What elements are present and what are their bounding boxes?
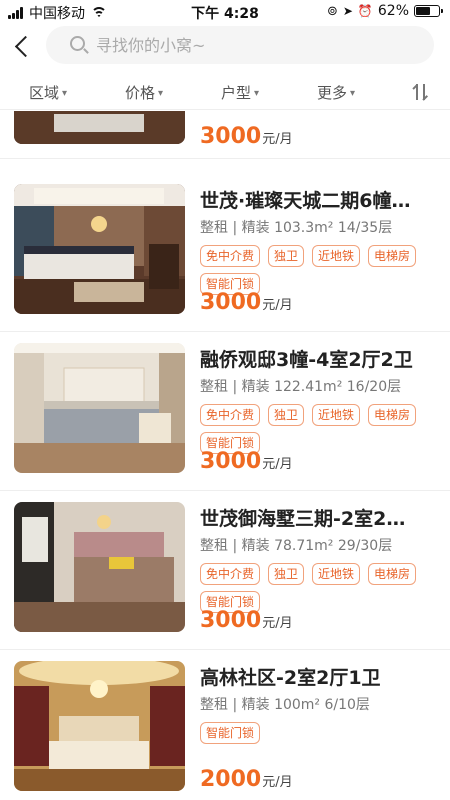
listing-photo [14, 111, 185, 144]
back-icon[interactable] [10, 32, 36, 62]
listing-tag: 电梯房 [368, 404, 417, 426]
filter-label: 户型 [220, 84, 251, 102]
alarm-icon: ⏰ [357, 4, 373, 18]
listing-tag: 免中介费 [200, 404, 261, 426]
listing-photo [14, 343, 185, 473]
filter-more[interactable]: 更多 ▾ [288, 82, 384, 103]
listing-card[interactable]: 融侨观邸3幢-4室2厅2卫 整租 | 精装 122.41m² 16/20层 免中… [0, 331, 450, 491]
listing-tag: 免中介费 [200, 245, 261, 267]
rotation-lock-icon: ⊚ [326, 3, 338, 19]
status-bar: 中国移动 下午 4:28 ⊚ ➤ ⏰ 62% [0, 0, 450, 24]
caret-down-icon: ▾ [61, 88, 68, 99]
battery-percent: 62% [377, 3, 409, 19]
listing-price: 3000元/月 [200, 290, 293, 315]
listing-meta: 整租 | 精装 78.71m² 29/30层 [200, 538, 393, 554]
sort-icon[interactable] [412, 82, 432, 104]
listing-meta: 整租 | 精装 122.41m² 16/20层 [200, 379, 402, 395]
search-header [0, 24, 450, 70]
tag-list: 免中介费 独卫 近地铁 电梯房 智能门锁 [200, 245, 436, 295]
location-icon: ➤ [342, 4, 353, 18]
listing-tag: 独卫 [268, 563, 305, 585]
listing-title: 世茂·璀璨天城二期6幢… [200, 190, 411, 212]
listing-meta: 整租 | 精装 103.3m² 14/35层 [200, 220, 393, 236]
listing-card[interactable]: 世茂·璀璨天城二期6幢… 整租 | 精装 103.3m² 14/35层 免中介费… [0, 172, 450, 332]
listing-tag: 电梯房 [368, 245, 417, 267]
listing-title: 世茂御海墅三期-2室2… [200, 508, 406, 530]
listing-tag: 智能门锁 [200, 722, 261, 744]
listing-tag: 免中介费 [200, 563, 261, 585]
listing-title: 高林社区-2室2厅1卫 [200, 667, 381, 689]
filter-layout[interactable]: 户型 ▾ [192, 82, 288, 103]
listing-tag: 独卫 [268, 404, 305, 426]
listing-tag: 独卫 [268, 245, 305, 267]
listing-list: 3000元/月 世茂·璀璨天城二期6幢… 整租 | 精装 103.3m² 14/… [0, 111, 450, 800]
listing-card[interactable]: 3000元/月 [0, 111, 450, 159]
search-input[interactable] [96, 33, 416, 57]
caret-down-icon: ▾ [157, 88, 164, 99]
filter-label: 更多 [316, 84, 347, 102]
caret-down-icon: ▾ [349, 88, 356, 99]
filter-bar: 区域 ▾ 价格 ▾ 户型 ▾ 更多 ▾ [0, 76, 450, 110]
search-box[interactable] [46, 26, 434, 64]
filter-price[interactable]: 价格 ▾ [96, 82, 192, 103]
listing-tag: 近地铁 [312, 563, 361, 585]
tag-list: 免中介费 独卫 近地铁 电梯房 智能门锁 [200, 404, 436, 454]
filter-area[interactable]: 区域 ▾ [0, 82, 96, 103]
filter-label: 价格 [124, 84, 155, 102]
listing-photo [14, 184, 185, 314]
battery-icon [414, 5, 443, 17]
listing-tag: 电梯房 [368, 563, 417, 585]
listing-photo [14, 661, 185, 791]
tag-list: 智能门锁 [200, 722, 436, 744]
listing-card[interactable]: 高林社区-2室2厅1卫 整租 | 精装 100m² 6/10层 智能门锁 200… [0, 649, 450, 800]
listing-photo [14, 502, 185, 632]
listing-title: 融侨观邸3幢-4室2厅2卫 [200, 349, 413, 371]
listing-tag: 近地铁 [312, 404, 361, 426]
filter-label: 区域 [28, 84, 59, 102]
tag-list: 免中介费 独卫 近地铁 电梯房 智能门锁 [200, 563, 436, 613]
search-icon [70, 36, 85, 51]
listing-price: 3000元/月 [200, 449, 293, 474]
listing-card[interactable]: 世茂御海墅三期-2室2… 整租 | 精装 78.71m² 29/30层 免中介费… [0, 490, 450, 650]
caret-down-icon: ▾ [253, 88, 260, 99]
listing-tag: 近地铁 [312, 245, 361, 267]
listing-price: 2000元/月 [200, 767, 293, 792]
listing-meta: 整租 | 精装 100m² 6/10层 [200, 697, 370, 713]
listing-price: 3000元/月 [200, 124, 293, 149]
listing-price: 3000元/月 [200, 608, 293, 633]
